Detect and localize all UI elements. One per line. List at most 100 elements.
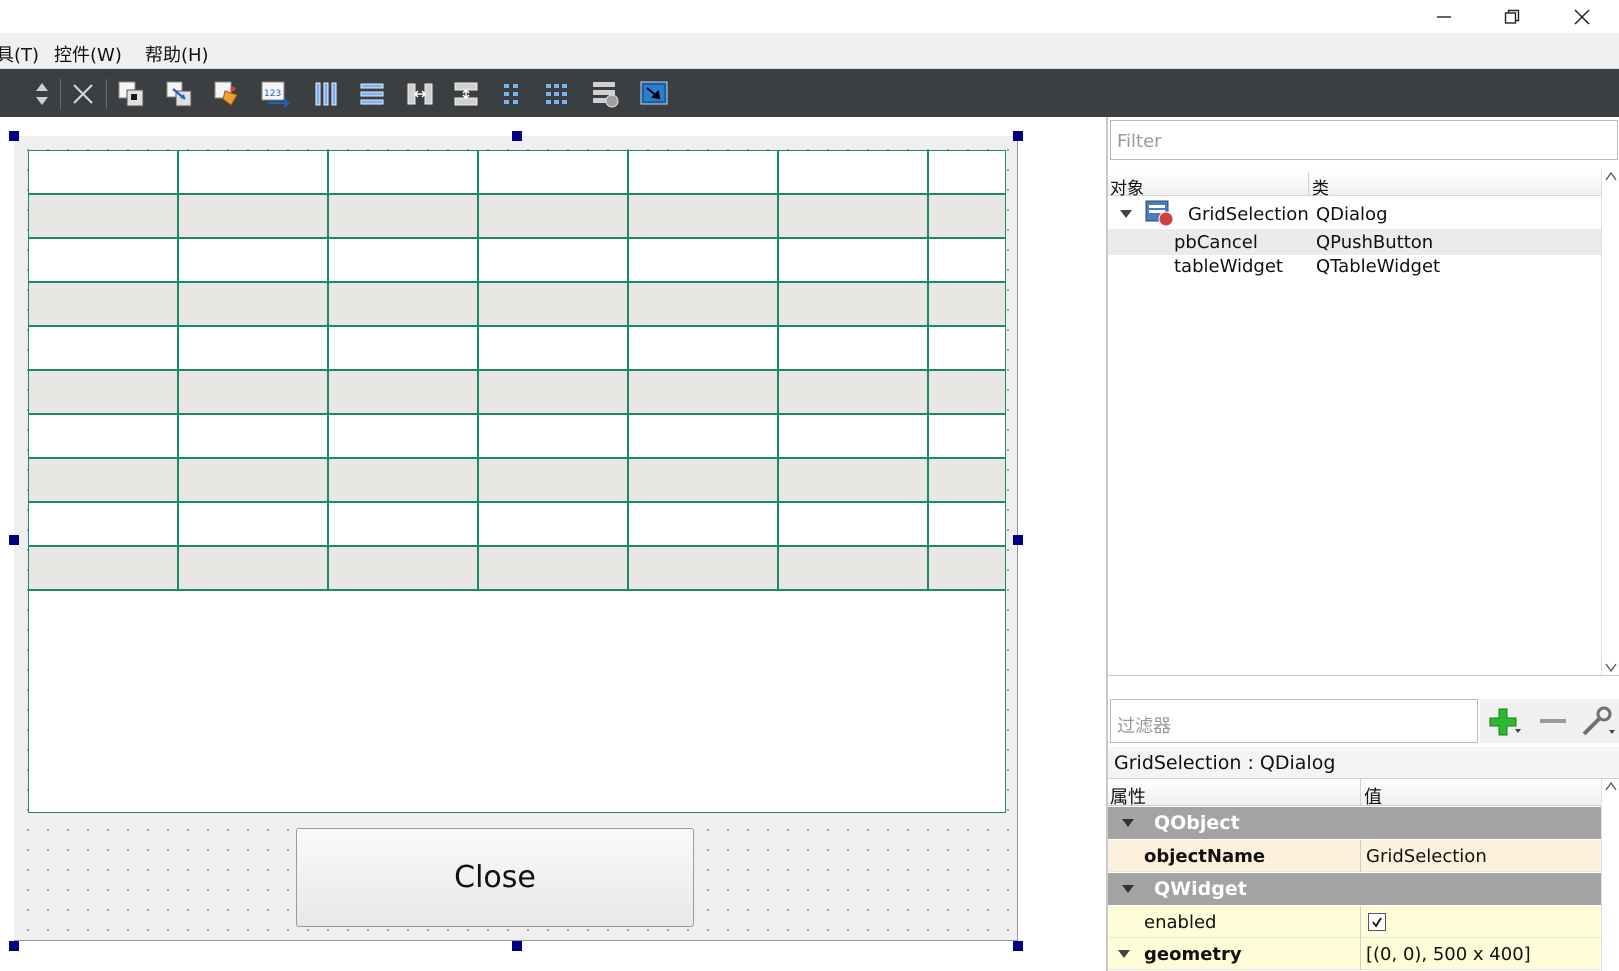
layout-grid-button[interactable] — [542, 78, 574, 110]
close-icon — [1574, 8, 1590, 25]
menu-help[interactable]: 帮助(H) — [145, 41, 209, 67]
expand-arrow-icon[interactable] — [1118, 950, 1130, 958]
table-column-divider — [177, 151, 179, 591]
menu-bar: 具(T) 控件(W) 帮助(H) — [0, 33, 1619, 69]
right-dock-panel: Filter 对象 类 GridSelection QDialog pbCanc… — [1106, 117, 1619, 971]
add-dynamic-property-icon[interactable] — [1488, 707, 1522, 737]
scroll-up-icon[interactable] — [1605, 171, 1617, 181]
resize-handle-right[interactable] — [1013, 535, 1023, 545]
layout-splitter-horizontal-button[interactable] — [404, 78, 436, 110]
resize-handle-bottom-right[interactable] — [1013, 941, 1023, 951]
toolbar: 123 — [0, 69, 1619, 117]
expand-arrow-icon[interactable] — [1120, 210, 1132, 218]
collapse-arrow-icon[interactable] — [1122, 819, 1134, 827]
layout-vertical-button[interactable] — [356, 78, 388, 110]
table-row[interactable] — [29, 151, 1005, 195]
layout-horizontal-button[interactable] — [310, 78, 342, 110]
column-header-object[interactable]: 对象 — [1110, 174, 1144, 199]
tree-item-class: QPushButton — [1316, 232, 1434, 253]
table-row[interactable] — [29, 547, 1005, 591]
resize-handle-bottom-left[interactable] — [9, 941, 19, 951]
title-bar — [0, 0, 1619, 33]
close-button[interactable]: Close — [296, 828, 694, 927]
resize-handle-top-left[interactable] — [9, 131, 19, 141]
table-row[interactable] — [29, 459, 1005, 503]
column-header-class[interactable]: 类 — [1312, 174, 1329, 199]
edit-widgets-icon — [118, 81, 144, 107]
table-column-divider — [627, 151, 629, 591]
table-row[interactable] — [29, 239, 1005, 283]
tree-item-name: tableWidget — [1174, 256, 1283, 277]
property-group-qobject[interactable]: QObject — [1108, 807, 1602, 839]
table-column-divider — [327, 151, 329, 591]
tree-row-gridselection[interactable]: GridSelection QDialog — [1108, 199, 1602, 229]
configure-wrench-icon[interactable] — [1580, 704, 1616, 738]
table-row[interactable] — [29, 327, 1005, 371]
toolbar-separator — [106, 79, 107, 109]
edit-tab-order-button[interactable]: 123 — [260, 78, 292, 110]
property-row-objectname[interactable]: objectName GridSelection — [1108, 840, 1602, 872]
resize-handle-top-right[interactable] — [1013, 131, 1023, 141]
tree-item-class: QDialog — [1316, 204, 1388, 225]
edit-signals-button[interactable] — [164, 78, 196, 110]
table-row[interactable] — [29, 283, 1005, 327]
menu-tools[interactable]: 具(T) — [0, 41, 39, 67]
break-layout-grid-button[interactable] — [590, 78, 622, 110]
buddies-icon — [214, 81, 238, 106]
minimize-button[interactable] — [1410, 0, 1478, 33]
property-value[interactable]: [(0, 0), 500 x 400] — [1366, 944, 1531, 965]
enabled-checkbox[interactable] — [1368, 913, 1386, 931]
property-filter-input[interactable]: 过滤器 — [1110, 699, 1478, 743]
layout-splitter-vertical-button[interactable] — [450, 78, 482, 110]
table-column-divider — [477, 151, 479, 591]
collapse-arrow-icon[interactable] — [1122, 885, 1134, 893]
minimize-icon — [1437, 15, 1451, 18]
scroll-up-icon[interactable] — [1605, 781, 1617, 791]
up-down-arrows-icon — [36, 83, 48, 105]
object-filter-input[interactable]: Filter — [1110, 120, 1618, 160]
resize-handle-top[interactable] — [512, 131, 522, 141]
group-label: QObject — [1154, 812, 1240, 834]
layout-form-button[interactable] — [496, 78, 528, 110]
column-divider — [1360, 906, 1361, 938]
tree-item-class: QTableWidget — [1316, 256, 1441, 277]
column-divider — [1308, 172, 1309, 196]
property-key: objectName — [1144, 846, 1266, 867]
close-window-button[interactable] — [1548, 0, 1616, 33]
remove-property-icon[interactable] — [1538, 709, 1568, 733]
tree-row-pbcancel[interactable]: pbCancel QPushButton — [1108, 229, 1602, 255]
object-inspector-scrollbar[interactable] — [1601, 169, 1619, 675]
menu-widgets[interactable]: 控件(W) — [54, 41, 122, 67]
property-row-geometry[interactable]: geometry [(0, 0), 500 x 400] — [1108, 938, 1602, 970]
column-divider — [1360, 779, 1361, 806]
property-editor-scrollbar[interactable] — [1601, 779, 1619, 971]
adjust-size-button[interactable] — [26, 78, 58, 110]
scroll-down-icon[interactable] — [1605, 663, 1617, 673]
property-key: enabled — [1144, 912, 1217, 933]
resize-handle-bottom[interactable] — [512, 941, 522, 951]
restore-button[interactable] — [1478, 0, 1546, 33]
table-row[interactable] — [29, 195, 1005, 239]
column-header-value[interactable]: 值 — [1364, 783, 1382, 809]
property-group-qwidget[interactable]: QWidget — [1108, 873, 1602, 905]
signals-slots-icon — [166, 81, 192, 107]
tab-order-icon: 123 — [261, 81, 290, 108]
property-value[interactable]: GridSelection — [1366, 846, 1487, 867]
table-row[interactable] — [29, 503, 1005, 547]
vertical-layout-icon — [360, 83, 384, 105]
column-header-property[interactable]: 属性 — [1110, 783, 1146, 809]
table-row[interactable] — [29, 415, 1005, 459]
checkmark-icon — [1372, 917, 1382, 928]
tree-row-tablewidget[interactable]: tableWidget QTableWidget — [1108, 253, 1602, 279]
edit-widgets-button[interactable] — [116, 78, 148, 110]
break-layout-button[interactable] — [67, 78, 99, 110]
preview-button[interactable] — [638, 78, 670, 110]
resize-handle-left[interactable] — [9, 535, 19, 545]
column-divider — [1360, 938, 1361, 970]
edit-buddies-button[interactable] — [212, 78, 244, 110]
column-divider — [1360, 840, 1361, 872]
horizontal-splitter-icon — [407, 83, 433, 105]
property-row-enabled[interactable]: enabled — [1108, 906, 1602, 938]
table-widget[interactable] — [28, 150, 1006, 813]
table-row[interactable] — [29, 371, 1005, 415]
